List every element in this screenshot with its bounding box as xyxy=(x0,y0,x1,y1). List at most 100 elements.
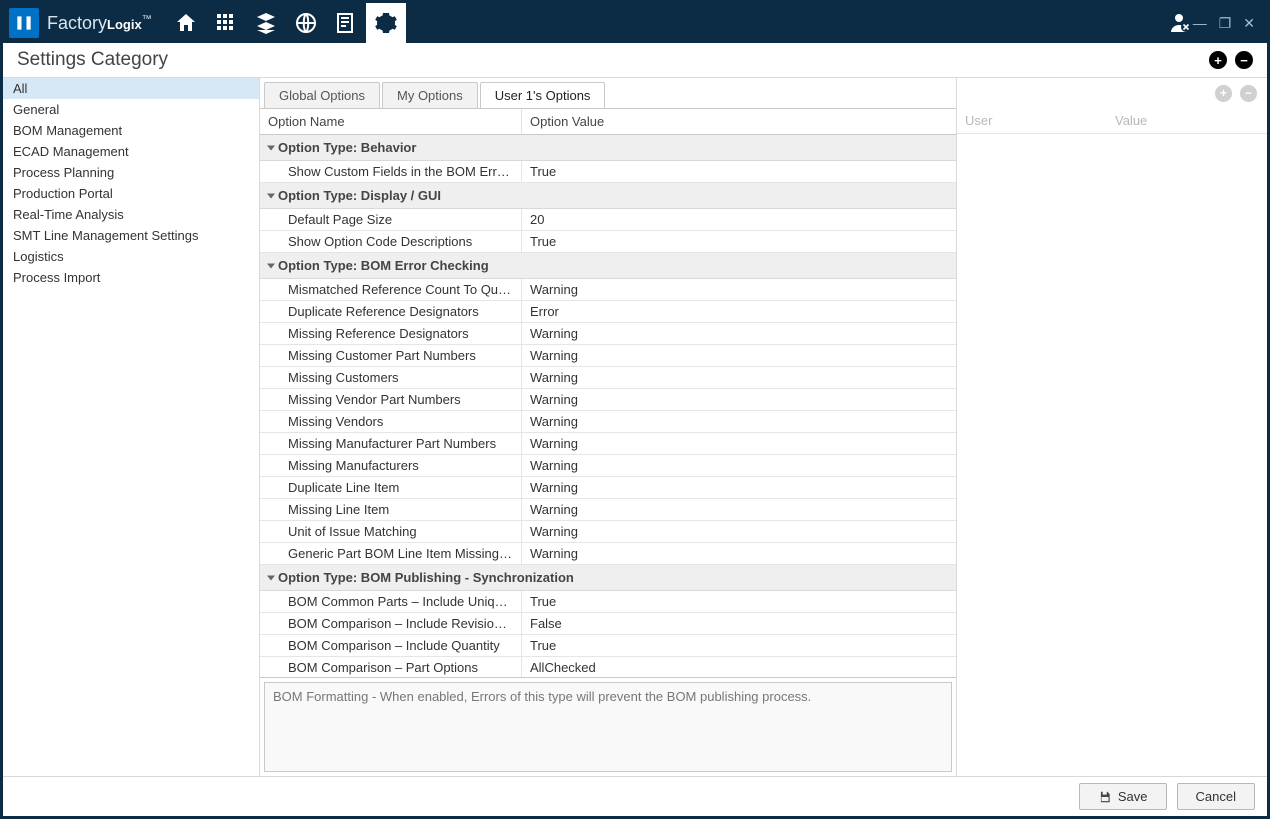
option-row[interactable]: Default Page Size20 xyxy=(260,209,956,231)
option-value-cell[interactable]: Warning xyxy=(522,521,956,542)
group-header[interactable]: Option Type: BOM Publishing - Synchroniz… xyxy=(260,565,956,591)
option-name-cell: BOM Comparison – Include Revision Info..… xyxy=(260,613,522,634)
nav-home-icon[interactable] xyxy=(166,3,206,43)
option-row[interactable]: Show Custom Fields in the BOM Error Co..… xyxy=(260,161,956,183)
sidebar-item[interactable]: All xyxy=(3,78,259,99)
add-category-button[interactable]: + xyxy=(1209,51,1227,69)
option-value-cell[interactable]: Warning xyxy=(522,499,956,520)
option-name-cell: Missing Reference Designators xyxy=(260,323,522,344)
option-row[interactable]: Missing Reference DesignatorsWarning xyxy=(260,323,956,345)
logo-text: FactoryLogix™ xyxy=(47,13,152,34)
option-value-cell[interactable]: 20 xyxy=(522,209,956,230)
column-user[interactable]: User xyxy=(957,108,1107,133)
option-row[interactable]: Unit of Issue MatchingWarning xyxy=(260,521,956,543)
option-value-cell[interactable]: Warning xyxy=(522,345,956,366)
window-close-button[interactable]: ✕ xyxy=(1243,15,1255,32)
option-name-cell: BOM Comparison – Part Options xyxy=(260,657,522,678)
option-name-cell: Missing Line Item xyxy=(260,499,522,520)
option-value-cell[interactable]: Warning xyxy=(522,433,956,454)
sidebar-item[interactable]: Production Portal xyxy=(3,183,259,204)
option-row[interactable]: Missing VendorsWarning xyxy=(260,411,956,433)
sidebar-item[interactable]: Logistics xyxy=(3,246,259,267)
option-value-cell[interactable]: Warning xyxy=(522,389,956,410)
option-value-cell[interactable]: Warning xyxy=(522,279,956,300)
option-value-cell[interactable]: False xyxy=(522,613,956,634)
sidebar-item[interactable]: BOM Management xyxy=(3,120,259,141)
option-row[interactable]: BOM Comparison – Include QuantityTrue xyxy=(260,635,956,657)
option-value-cell[interactable]: Warning xyxy=(522,367,956,388)
sidebar-item[interactable]: ECAD Management xyxy=(3,141,259,162)
nav-grid-icon[interactable] xyxy=(206,3,246,43)
option-name-cell: Missing Customers xyxy=(260,367,522,388)
options-tabs: Global OptionsMy OptionsUser 1's Options xyxy=(260,78,956,108)
option-name-cell: BOM Common Parts – Include Unique Pa... xyxy=(260,591,522,612)
option-value-cell[interactable]: Warning xyxy=(522,323,956,344)
nav-settings-icon[interactable] xyxy=(366,3,406,43)
option-row[interactable]: Missing Customer Part NumbersWarning xyxy=(260,345,956,367)
option-name-cell: Mismatched Reference Count To Quantity xyxy=(260,279,522,300)
group-header[interactable]: Option Type: Behavior xyxy=(260,135,956,161)
save-button-label: Save xyxy=(1118,789,1148,804)
add-user-value-button[interactable]: + xyxy=(1215,85,1232,102)
sidebar-item[interactable]: Process Import xyxy=(3,267,259,288)
options-grid[interactable]: Option Type: BehaviorShow Custom Fields … xyxy=(260,135,956,678)
column-value[interactable]: Value xyxy=(1107,108,1267,133)
option-name-cell: Generic Part BOM Line Item Missing Refe.… xyxy=(260,543,522,564)
option-name-cell: Missing Manufacturers xyxy=(260,455,522,476)
option-row[interactable]: Missing Vendor Part NumbersWarning xyxy=(260,389,956,411)
save-icon xyxy=(1098,790,1112,804)
option-row[interactable]: Missing ManufacturersWarning xyxy=(260,455,956,477)
nav-globe-icon[interactable] xyxy=(286,3,326,43)
option-row[interactable]: Missing Manufacturer Part NumbersWarning xyxy=(260,433,956,455)
option-name-cell: Show Custom Fields in the BOM Error Co..… xyxy=(260,161,522,182)
option-row[interactable]: Duplicate Line ItemWarning xyxy=(260,477,956,499)
option-value-cell[interactable]: Error xyxy=(522,301,956,322)
option-name-cell: Missing Manufacturer Part Numbers xyxy=(260,433,522,454)
option-row[interactable]: Show Option Code DescriptionsTrue xyxy=(260,231,956,253)
column-option-value[interactable]: Option Value xyxy=(522,109,956,134)
option-value-cell[interactable]: True xyxy=(522,161,956,182)
option-value-cell[interactable]: True xyxy=(522,635,956,656)
tab[interactable]: User 1's Options xyxy=(480,82,606,108)
user-value-panel: + − User Value xyxy=(957,78,1267,776)
nav-document-icon[interactable] xyxy=(326,3,366,43)
option-row[interactable]: Missing Line ItemWarning xyxy=(260,499,956,521)
window-maximize-button[interactable]: ❐ xyxy=(1219,15,1232,32)
sidebar-item[interactable]: SMT Line Management Settings xyxy=(3,225,259,246)
window-minimize-button[interactable]: — xyxy=(1193,15,1207,31)
tab[interactable]: Global Options xyxy=(264,82,380,108)
option-value-cell[interactable]: AllChecked xyxy=(522,657,956,678)
option-value-cell[interactable]: Warning xyxy=(522,477,956,498)
option-name-cell: Missing Vendors xyxy=(260,411,522,432)
option-name-cell: Unit of Issue Matching xyxy=(260,521,522,542)
sidebar-item[interactable]: Real-Time Analysis xyxy=(3,204,259,225)
option-row[interactable]: BOM Comparison – Part OptionsAllChecked xyxy=(260,657,956,678)
option-value-cell[interactable]: Warning xyxy=(522,411,956,432)
sidebar-item[interactable]: Process Planning xyxy=(3,162,259,183)
option-row[interactable]: Mismatched Reference Count To QuantityWa… xyxy=(260,279,956,301)
option-row[interactable]: Missing CustomersWarning xyxy=(260,367,956,389)
option-row[interactable]: Generic Part BOM Line Item Missing Refe.… xyxy=(260,543,956,565)
option-row[interactable]: Duplicate Reference DesignatorsError xyxy=(260,301,956,323)
cancel-button[interactable]: Cancel xyxy=(1177,783,1255,810)
group-header[interactable]: Option Type: BOM Error Checking xyxy=(260,253,956,279)
option-name-cell: Missing Vendor Part Numbers xyxy=(260,389,522,410)
tab[interactable]: My Options xyxy=(382,82,478,108)
option-value-cell[interactable]: Warning xyxy=(522,455,956,476)
group-header[interactable]: Option Type: Display / GUI xyxy=(260,183,956,209)
nav-stack-icon[interactable] xyxy=(246,3,286,43)
sidebar-item[interactable]: General xyxy=(3,99,259,120)
option-value-cell[interactable]: Warning xyxy=(522,543,956,564)
page-title: Settings Category xyxy=(17,49,1209,71)
remove-category-button[interactable]: − xyxy=(1235,51,1253,69)
option-value-cell[interactable]: True xyxy=(522,231,956,252)
user-account-icon[interactable] xyxy=(1169,3,1193,43)
option-row[interactable]: BOM Comparison – Include Revision Info..… xyxy=(260,613,956,635)
bottom-action-bar: Save Cancel xyxy=(3,776,1267,816)
option-value-cell[interactable]: True xyxy=(522,591,956,612)
app-logo: FactoryLogix™ xyxy=(9,8,152,38)
save-button[interactable]: Save xyxy=(1079,783,1167,810)
column-option-name[interactable]: Option Name xyxy=(260,109,522,134)
remove-user-value-button[interactable]: − xyxy=(1240,85,1257,102)
option-row[interactable]: BOM Common Parts – Include Unique Pa...T… xyxy=(260,591,956,613)
